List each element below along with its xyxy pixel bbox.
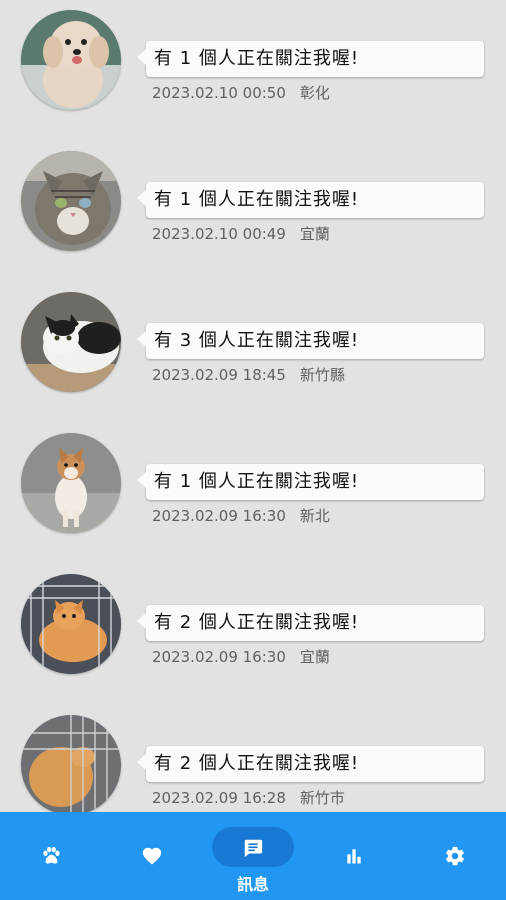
notification-item[interactable]: 有 3 個人正在關注我喔! 2023.02.09 18:45 新竹縣 [0,292,506,402]
nav-item-statistics[interactable] [314,812,394,900]
notification-timestamp: 2023.02.09 18:45 [152,366,286,384]
notification-timestamp: 2023.02.10 00:49 [152,225,286,243]
notification-meta: 2023.02.10 00:50 彰化 [152,82,330,104]
notification-timestamp: 2023.02.09 16:28 [152,789,286,807]
notification-message: 有 1 個人正在關注我喔! [137,464,484,500]
pet-photo-avatar[interactable] [21,715,121,812]
nav-item-favorites[interactable] [112,812,192,900]
notification-item[interactable]: 有 1 個人正在關注我喔! 2023.02.10 00:49 宜蘭 [0,151,506,261]
notification-message: 有 2 個人正在關注我喔! [137,605,484,641]
pet-photo-avatar[interactable] [21,10,121,110]
notification-timestamp: 2023.02.09 16:30 [152,507,286,525]
nav-item-pets[interactable] [11,812,91,900]
pet-photo-avatar[interactable] [21,433,121,533]
bar-chart-icon [347,849,361,864]
notification-message: 有 1 個人正在關注我喔! [137,41,484,77]
pet-photo-avatar[interactable] [21,574,121,674]
pet-photo-avatar[interactable] [21,292,121,392]
notification-meta: 2023.02.09 16:30 新北 [152,505,330,527]
notification-meta: 2023.02.09 18:45 新竹縣 [152,364,345,386]
notification-item[interactable]: 有 2 個人正在關注我喔! 2023.02.09 16:30 宜蘭 [0,574,506,684]
notification-feed[interactable]: 有 1 個人正在關注我喔! 2023.02.10 00:50 彰化 有 1 個人正… [0,0,506,812]
notification-location: 宜蘭 [299,225,330,243]
notification-timestamp: 2023.02.10 00:50 [152,84,286,102]
notification-item[interactable]: 有 1 個人正在關注我喔! 2023.02.09 16:30 新北 [0,433,506,543]
gear-icon [446,846,464,866]
notification-location: 彰化 [299,84,330,102]
notification-meta: 2023.02.10 00:49 宜蘭 [152,223,330,245]
message-icon [244,839,263,858]
notification-meta: 2023.02.09 16:28 新竹市 [152,787,345,809]
notification-meta: 2023.02.09 16:30 宜蘭 [152,646,330,668]
notification-location: 宜蘭 [299,648,330,666]
nav-item-settings[interactable] [415,812,495,900]
notification-item[interactable]: 有 1 個人正在關注我喔! 2023.02.10 00:50 彰化 [0,10,506,120]
notification-location: 新竹市 [299,789,345,807]
notification-location: 新北 [299,507,330,525]
pet-photo-avatar[interactable] [21,151,121,251]
paw-icon [43,846,60,864]
bottom-navigation-bar: 訊息 [0,812,506,900]
notification-timestamp: 2023.02.09 16:30 [152,648,286,666]
notification-location: 新竹縣 [299,366,345,384]
notification-item[interactable]: 有 2 個人正在關注我喔! 2023.02.09 16:28 新竹市 [0,715,506,812]
notification-message: 有 1 個人正在關注我喔! [137,182,484,218]
heart-icon [142,847,162,865]
notification-message: 有 2 個人正在關注我喔! [137,746,484,782]
notification-message: 有 3 個人正在關注我喔! [137,323,484,359]
nav-label-messages: 訊息 [236,875,269,894]
